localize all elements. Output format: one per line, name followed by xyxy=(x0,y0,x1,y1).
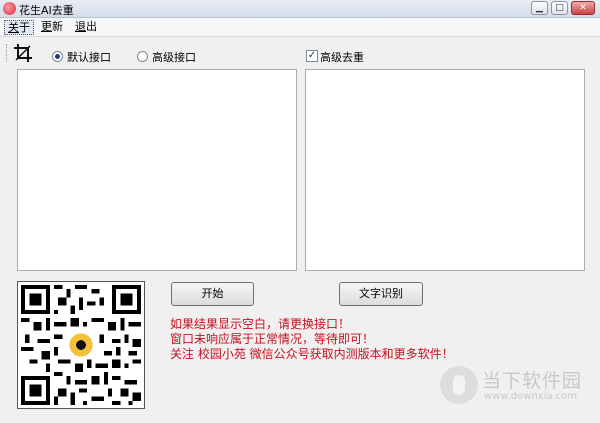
advanced-dedup-label[interactable]: 高级去重 xyxy=(320,49,364,65)
message-follow-wechat: 关注 校园小苑 微信公众号获取内测版本和更多软件！ xyxy=(170,347,454,361)
watermark-text: 当下软件园 xyxy=(482,370,583,392)
app-icon xyxy=(3,2,16,15)
toolbar: 默认接口 高级接口 ✓ 高级去重 xyxy=(0,38,600,66)
radio-advanced-label[interactable]: 高级接口 xyxy=(152,49,196,65)
crop-icon[interactable] xyxy=(12,42,34,64)
qr-code xyxy=(17,281,145,409)
input-textarea[interactable] xyxy=(17,69,297,271)
output-textarea[interactable] xyxy=(305,69,585,271)
menu-exit[interactable]: 退出 xyxy=(72,20,100,35)
radio-default-label[interactable]: 默认接口 xyxy=(67,49,111,65)
ocr-button[interactable]: 文字识别 xyxy=(339,282,423,306)
menu-update[interactable]: 更新 xyxy=(38,20,66,35)
watermark-url: www.downxia.com xyxy=(484,391,578,402)
toolbar-grip xyxy=(6,44,9,62)
title-bar: 花生AI去重 ▁ □ ✕ xyxy=(0,0,600,18)
radio-default-interface[interactable] xyxy=(52,51,63,62)
advanced-dedup-checkbox[interactable]: ✓ xyxy=(306,50,318,62)
menu-bar: 关于 更新 退出 xyxy=(0,18,600,37)
window-title: 花生AI去重 xyxy=(19,4,74,17)
maximize-button[interactable]: □ xyxy=(551,1,568,15)
close-button[interactable]: ✕ xyxy=(571,1,595,15)
radio-advanced-interface[interactable] xyxy=(137,51,148,62)
watermark-logo-icon xyxy=(440,366,478,404)
menu-about[interactable]: 关于 xyxy=(4,20,34,35)
start-button[interactable]: 开始 xyxy=(171,282,254,306)
minimize-button[interactable]: ▁ xyxy=(531,1,548,15)
